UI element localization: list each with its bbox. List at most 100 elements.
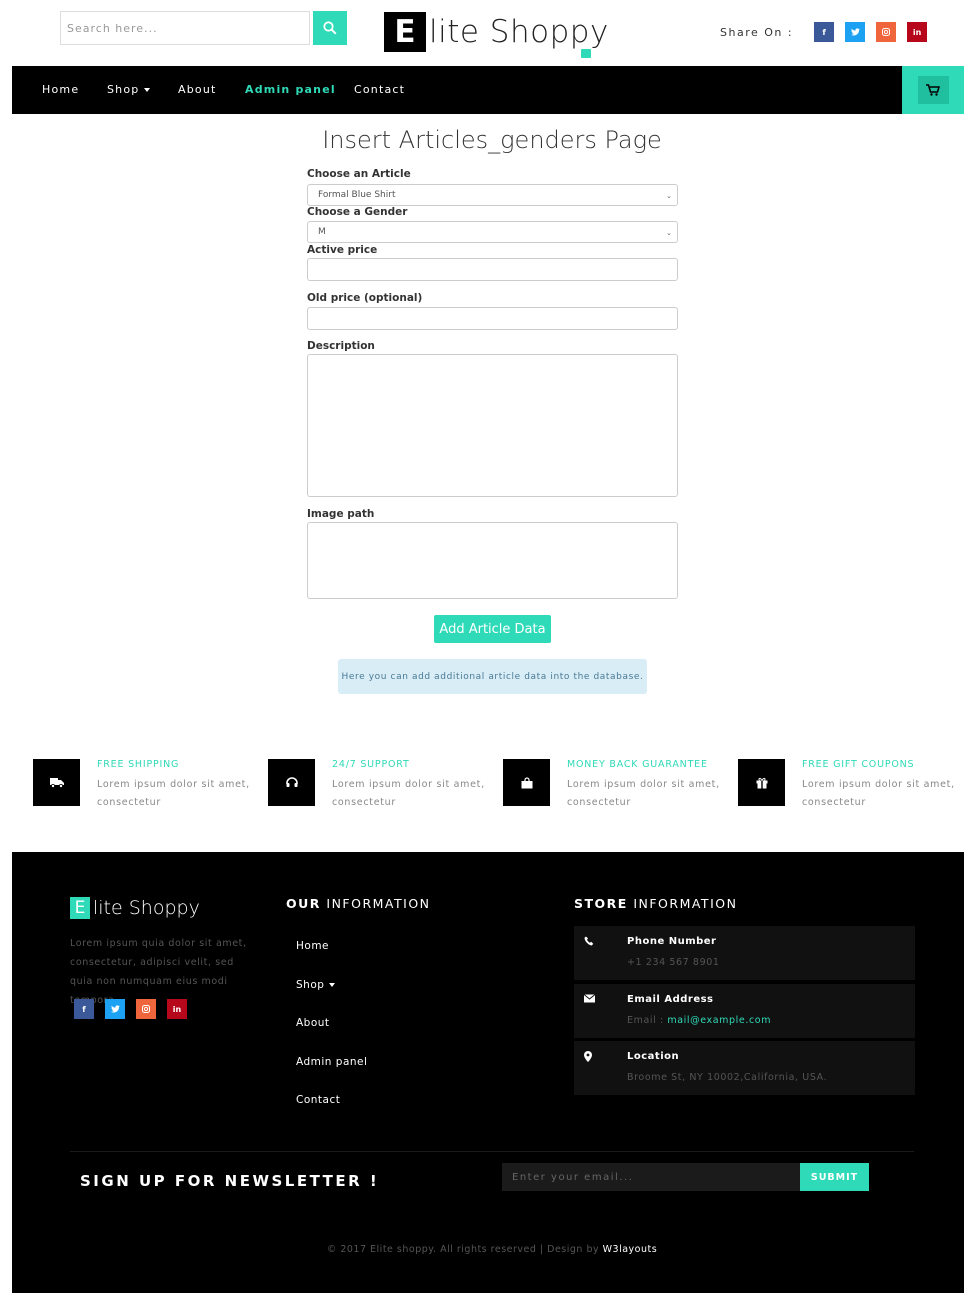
site-footer: E lite Shoppy Lorem ipsum quia dolor sit… [12, 852, 964, 1293]
newsletter-submit-button[interactable]: SUBMIT [800, 1163, 869, 1191]
article-select-value: Formal Blue Shirt [318, 190, 396, 200]
divider [70, 1151, 914, 1152]
gender-label: Choose a Gender [307, 206, 408, 218]
feature-title: 24/7 SUPPORT [332, 759, 410, 770]
article-label: Choose an Article [307, 168, 411, 180]
chevron-down-icon [144, 88, 151, 92]
feature-text: Lorem ipsum dolor sit amet, consectetur [97, 779, 250, 808]
designer-link[interactable]: W3layouts [603, 1244, 658, 1255]
linkedin-icon[interactable]: in [907, 22, 928, 42]
phone-icon [584, 936, 594, 949]
search-button[interactable] [313, 11, 347, 45]
footer-link-label: Shop [296, 979, 325, 991]
facebook-icon[interactable]: f [74, 999, 94, 1019]
twitter-icon[interactable] [105, 999, 125, 1019]
site-logo[interactable]: E lite Shoppy [384, 12, 609, 58]
copyright: © 2017 Elite shoppy. All rights reserved… [12, 1244, 964, 1255]
feature-title: FREE SHIPPING [97, 759, 180, 770]
instagram-icon[interactable] [136, 999, 156, 1019]
description-label: Description [307, 340, 375, 352]
store-item-title: Email Address [627, 994, 714, 1005]
chevron-down-icon [329, 983, 336, 987]
feature-gift-coupons: FREE GIFT COUPONS Lorem ipsum dolor sit … [738, 759, 964, 809]
instagram-icon[interactable] [876, 22, 897, 42]
newsletter-title: SIGN UP FOR NEWSLETTER ! [80, 1172, 380, 1190]
store-item-value: +1 234 567 8901 [627, 957, 720, 968]
envelope-icon [583, 994, 596, 1006]
nav-item-about[interactable]: About [178, 83, 217, 96]
newsletter-email-input[interactable] [502, 1163, 800, 1191]
feature-title: MONEY BACK GUARANTEE [567, 759, 708, 770]
footer-logo-text: lite Shoppy [93, 897, 200, 919]
add-article-data-button[interactable]: Add Article Data [434, 615, 551, 643]
email-link[interactable]: mail@example.com [667, 1015, 771, 1026]
store-item-title: Location [627, 1051, 680, 1062]
cart-icon [926, 84, 940, 96]
search-input[interactable] [60, 11, 310, 45]
map-marker-icon [584, 1051, 592, 1065]
footer-link-about[interactable]: About [296, 1017, 330, 1029]
store-phone: Phone Number +1 234 567 8901 [574, 926, 915, 980]
truck-icon [33, 759, 80, 806]
cart-button[interactable] [902, 66, 964, 114]
feature-text: Lorem ipsum dolor sit amet, consectetur [802, 779, 955, 808]
old-price-input[interactable] [307, 307, 678, 330]
heading-bold: OUR [286, 896, 321, 911]
feature-text: Lorem ipsum dolor sit amet, consectetur [332, 779, 485, 808]
store-item-title: Phone Number [627, 936, 717, 947]
page-title: Insert Articles_genders Page [322, 126, 662, 154]
logo-letter: E [384, 12, 426, 52]
footer-social: f in [74, 999, 198, 1019]
facebook-icon[interactable]: f [814, 22, 835, 42]
image-path-label: Image path [307, 508, 375, 520]
email-prefix: Email : [627, 1015, 668, 1026]
gift-icon [738, 759, 785, 806]
heading-rest: INFORMATION [633, 896, 738, 911]
share-label: Share On : [720, 25, 794, 39]
footer-link-contact[interactable]: Contact [296, 1094, 340, 1106]
store-item-value: Broome St, NY 10002,California, USA. [627, 1072, 828, 1083]
footer-logo-letter: E [70, 897, 90, 919]
store-location: Location Broome St, NY 10002,California,… [574, 1041, 915, 1095]
store-item-value: Email : mail@example.com [627, 1015, 771, 1026]
shopping-bag-icon [581, 49, 591, 58]
nav-item-home[interactable]: Home [42, 83, 79, 96]
search-bar [60, 11, 347, 45]
nav-item-contact[interactable]: Contact [354, 83, 405, 96]
store-email: Email Address Email : mail@example.com [574, 984, 915, 1038]
footer-logo[interactable]: E lite Shoppy [70, 897, 200, 919]
headphones-icon [268, 759, 315, 806]
heading-rest: INFORMATION [326, 896, 431, 911]
cart-button-inner [917, 76, 949, 104]
main-nav: Home Shop About Admin panel Contact [12, 66, 964, 114]
feature-money-back: MONEY BACK GUARANTEE Lorem ipsum dolor s… [503, 759, 733, 809]
share-bar: Share On : f in [720, 22, 928, 42]
chevron-down-icon: ⌄ [666, 192, 672, 200]
chevron-down-icon: ⌄ [666, 229, 672, 237]
heading-bold: STORE [574, 896, 628, 911]
old-price-label: Old price (optional) [307, 292, 423, 304]
nav-item-admin-panel[interactable]: Admin panel [245, 83, 336, 96]
feature-support: 24/7 SUPPORT Lorem ipsum dolor sit amet,… [268, 759, 498, 809]
description-textarea[interactable] [307, 354, 678, 497]
site-header: E lite Shoppy Share On : f in [0, 0, 964, 66]
store-information-heading: STORE INFORMATION [574, 896, 737, 911]
footer-link-shop[interactable]: Shop [296, 979, 336, 991]
image-path-textarea[interactable] [307, 522, 678, 599]
info-alert: Here you can add additional article data… [338, 659, 647, 694]
nav-item-shop[interactable]: Shop [107, 83, 151, 96]
footer-link-home[interactable]: Home [296, 940, 329, 952]
linkedin-icon[interactable]: in [167, 999, 187, 1019]
feature-title: FREE GIFT COUPONS [802, 759, 915, 770]
logo-text: lite Shoppy [429, 14, 609, 50]
copyright-text: © 2017 Elite shoppy. All rights reserved… [326, 1244, 603, 1255]
active-price-label: Active price [307, 244, 378, 256]
gender-select-value: M [318, 227, 326, 237]
twitter-icon[interactable] [845, 22, 866, 42]
feature-free-shipping: FREE SHIPPING Lorem ipsum dolor sit amet… [33, 759, 263, 809]
article-select[interactable]: Formal Blue Shirt ⌄ [307, 184, 678, 206]
active-price-input[interactable] [307, 258, 678, 281]
search-icon [323, 21, 337, 35]
gender-select[interactable]: M ⌄ [307, 221, 678, 243]
footer-link-admin-panel[interactable]: Admin panel [296, 1056, 367, 1068]
